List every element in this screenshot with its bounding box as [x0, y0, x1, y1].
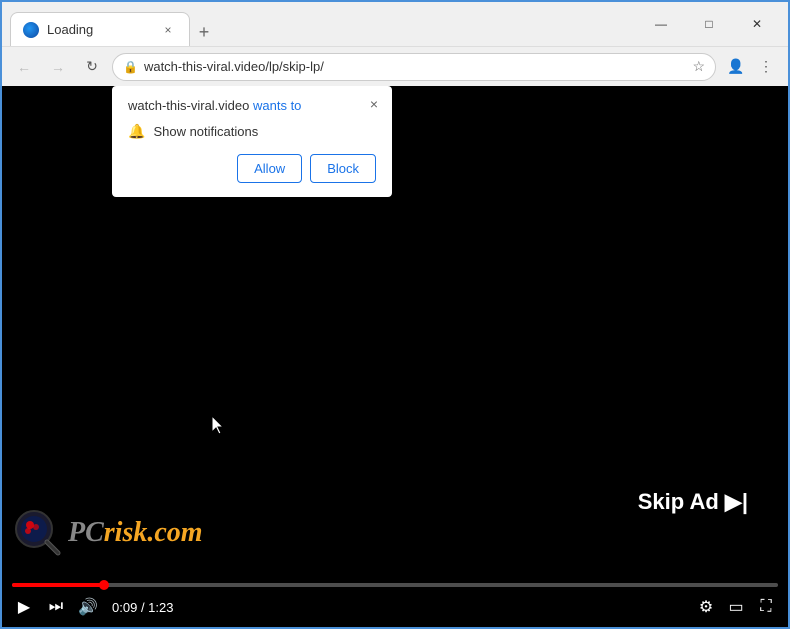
forward-button[interactable]: →	[44, 53, 72, 81]
theater-button[interactable]: ▭	[724, 595, 748, 619]
toolbar-right-icons: 👤 ⋮	[722, 53, 780, 81]
toolbar: ← → ↻ 🔒 watch-this-viral.video/lp/skip-l…	[2, 46, 788, 86]
tab-close-button[interactable]: ×	[159, 21, 177, 39]
close-button[interactable]: ✕	[734, 9, 780, 39]
content-area: × watch-this-viral.video wants to 🔔 Show…	[2, 86, 788, 627]
dialog-notification-row: 🔔 Show notifications	[128, 123, 376, 140]
maximize-button[interactable]: □	[686, 9, 732, 39]
block-button[interactable]: Block	[310, 154, 376, 183]
next-button[interactable]: ⏭	[44, 595, 68, 619]
bookmark-icon[interactable]: ☆	[692, 58, 705, 75]
tab-area: Loading × +	[10, 2, 632, 46]
time-display: 0:09 / 1:23	[112, 600, 173, 615]
skip-ad-label: Skip Ad ▶|	[638, 489, 748, 515]
menu-button[interactable]: ⋮	[752, 53, 780, 81]
pcrisk-logo-icon	[12, 507, 64, 559]
minimize-button[interactable]: —	[638, 9, 684, 39]
back-button[interactable]: ←	[10, 53, 38, 81]
volume-button[interactable]: 🔊	[76, 595, 100, 619]
tab-favicon	[23, 22, 39, 38]
address-bar[interactable]: 🔒 watch-this-viral.video/lp/skip-lp/ ☆	[112, 53, 716, 81]
risk-com-text: risk.com	[104, 517, 203, 548]
controls-row: ▶ ⏭ 🔊 0:09 / 1:23 ⚙ ▭ ⛶	[12, 595, 778, 619]
notification-dialog: × watch-this-viral.video wants to 🔔 Show…	[112, 86, 392, 197]
dialog-row-text: Show notifications	[153, 124, 258, 139]
active-tab[interactable]: Loading ×	[10, 12, 190, 46]
progress-dot	[99, 580, 109, 590]
url-text: watch-this-viral.video/lp/skip-lp/	[144, 59, 686, 74]
total-time: 1:23	[148, 600, 173, 615]
tab-title: Loading	[47, 22, 151, 37]
profile-button[interactable]: 👤	[722, 53, 750, 81]
bell-icon: 🔔	[128, 123, 145, 140]
fullscreen-button[interactable]: ⛶	[754, 595, 778, 619]
progress-bar[interactable]	[12, 583, 778, 587]
settings-button[interactable]: ⚙	[694, 595, 718, 619]
dialog-title: watch-this-viral.video wants to	[128, 98, 376, 113]
pcrisk-watermark: PCrisk.com	[12, 507, 203, 559]
progress-fill	[12, 583, 104, 587]
browser-window: Loading × + — □ ✕ ← → ↻ 🔒 watch-this-vir…	[0, 0, 790, 629]
current-time: 0:09	[112, 600, 137, 615]
reload-button[interactable]: ↻	[78, 53, 106, 81]
dialog-wants-to: wants to	[253, 98, 301, 113]
skip-ad-button[interactable]: Skip Ad ▶|	[618, 477, 768, 527]
new-tab-button[interactable]: +	[190, 18, 218, 46]
allow-button[interactable]: Allow	[237, 154, 302, 183]
controls-right: ⚙ ▭ ⛶	[694, 595, 778, 619]
video-controls: ▶ ⏭ 🔊 0:09 / 1:23 ⚙ ▭ ⛶	[2, 565, 788, 627]
dialog-buttons: Allow Block	[128, 154, 376, 183]
play-button[interactable]: ▶	[12, 595, 36, 619]
dialog-origin: watch-this-viral.video	[128, 98, 249, 113]
pc-text: PC	[68, 517, 104, 548]
dialog-close-button[interactable]: ×	[364, 94, 384, 114]
mouse-cursor	[212, 416, 224, 434]
window-controls: — □ ✕	[638, 9, 780, 39]
pcrisk-text: PCrisk.com	[68, 517, 203, 549]
lock-icon: 🔒	[123, 60, 138, 74]
title-bar: Loading × + — □ ✕	[2, 2, 788, 46]
